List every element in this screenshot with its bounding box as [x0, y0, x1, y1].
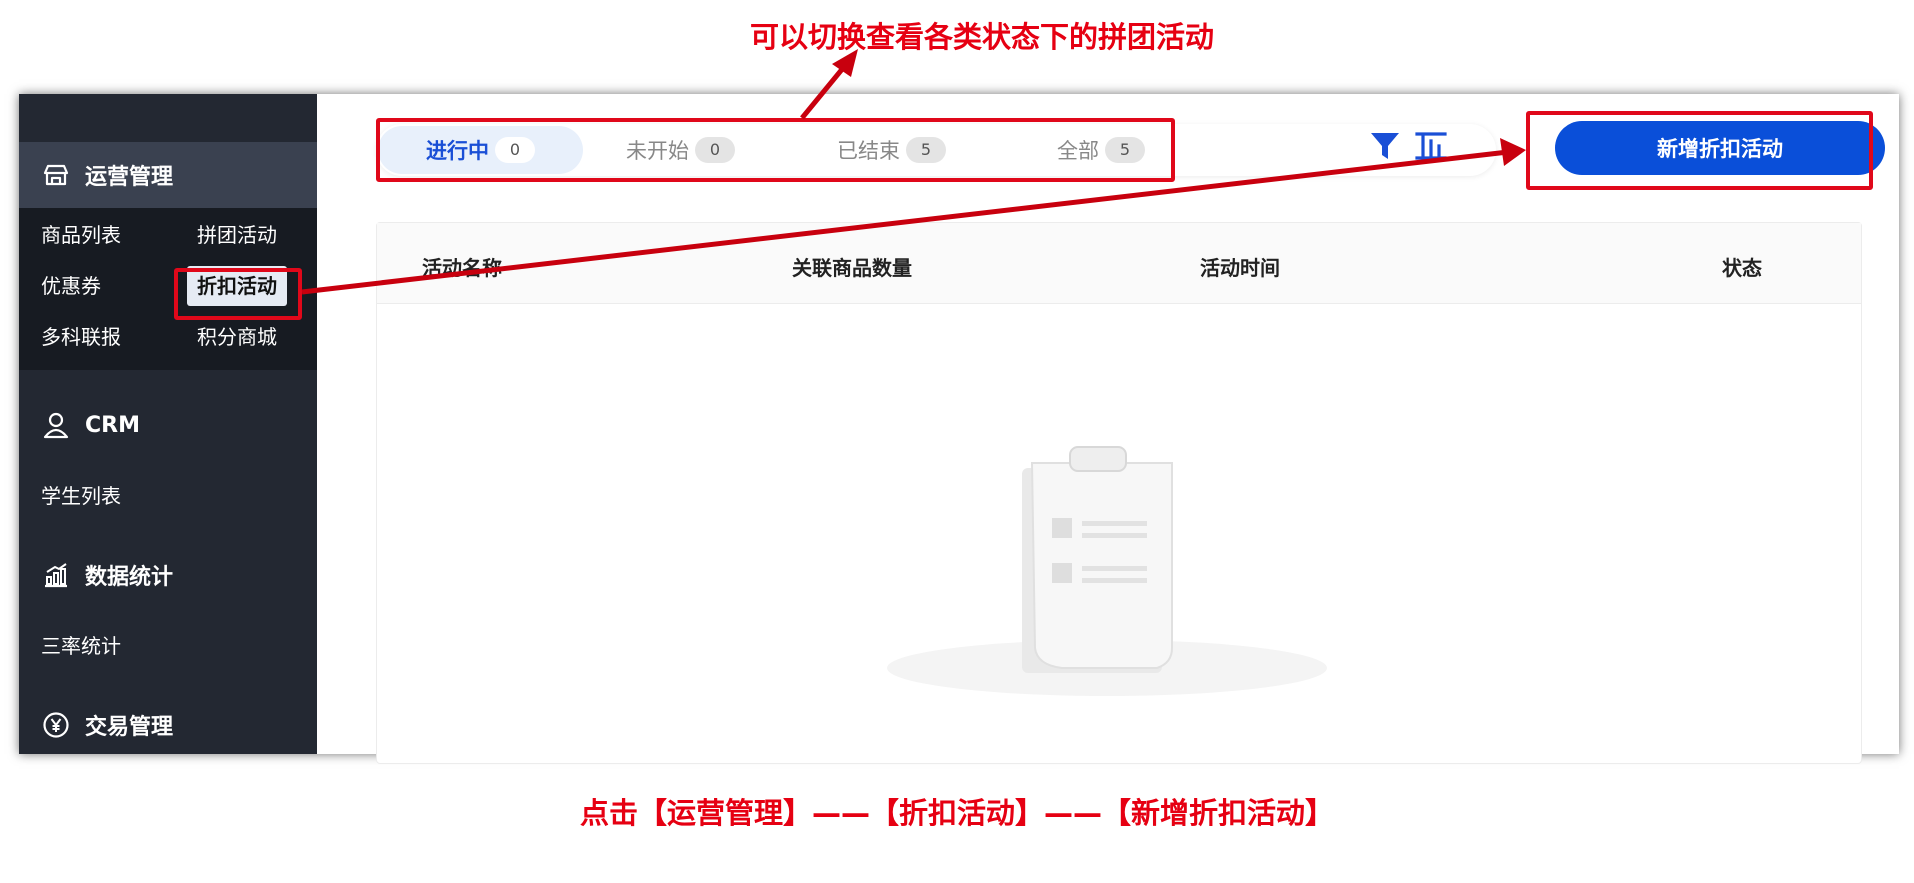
sidebar-section-crm[interactable]: CRM	[19, 392, 317, 458]
filter-icon[interactable]	[1367, 128, 1403, 164]
yen-circle-icon	[41, 710, 71, 740]
add-button-highlight-box	[1526, 111, 1873, 190]
bottom-annotation: 点击【运营管理】——【折扣活动】——【新增折扣活动】	[579, 796, 1334, 830]
sidebar-item-points-mall[interactable]: 积分商城	[197, 317, 277, 357]
column-header: 状态	[1722, 256, 1762, 280]
app-window: 运营管理 商品列表 拼团活动 优惠券 折扣活动 多科联报 积分商城 CRM 学生…	[19, 94, 1899, 764]
sidebar: 运营管理 商品列表 拼团活动 优惠券 折扣活动 多科联报 积分商城 CRM 学生…	[19, 94, 317, 754]
store-icon	[41, 160, 71, 190]
sidebar-section-stats[interactable]: 数据统计	[19, 542, 317, 608]
sidebar-item-coupons[interactable]: 优惠券	[41, 266, 101, 306]
sidebar-section-title: CRM	[85, 412, 140, 438]
column-header: 活动时间	[1200, 256, 1280, 280]
sidebar-item-product-list[interactable]: 商品列表	[41, 215, 121, 255]
table-header: 活动名称 关联商品数量 活动时间 状态	[377, 223, 1861, 304]
sidebar-item-group-buy[interactable]: 拼团活动	[197, 215, 277, 255]
main-content: 进行中 0 未开始 0 已结束 5 全部 5 新增折扣活动 活动名称 关联商品数…	[317, 94, 1899, 764]
column-header: 关联商品数量	[792, 256, 912, 280]
tabs-highlight-box	[376, 118, 1175, 182]
sidebar-item-multi-enroll[interactable]: 多科联报	[41, 317, 121, 357]
sidebar-item-three-rates[interactable]: 三率统计	[41, 630, 121, 659]
sidebar-section-title: 数据统计	[85, 565, 174, 590]
sidebar-section-trade[interactable]: 交易管理	[19, 692, 317, 758]
sidebar-section-title: 交易管理	[85, 715, 174, 740]
sidebar-item-students[interactable]: 学生列表	[41, 480, 121, 509]
column-header: 活动名称	[422, 256, 502, 280]
user-icon	[41, 410, 71, 440]
top-annotation: 可以切换查看各类状态下的拼团活动	[749, 20, 1214, 54]
sort-icon[interactable]	[1413, 128, 1449, 164]
sidebar-section-title: 运营管理	[85, 165, 174, 190]
discount-highlight-box	[174, 268, 302, 320]
activity-table: 活动名称 关联商品数量 活动时间 状态	[376, 222, 1862, 764]
bar-chart-icon	[41, 560, 71, 590]
empty-state-icon	[887, 446, 1327, 696]
sidebar-section-ops[interactable]: 运营管理	[19, 142, 317, 208]
